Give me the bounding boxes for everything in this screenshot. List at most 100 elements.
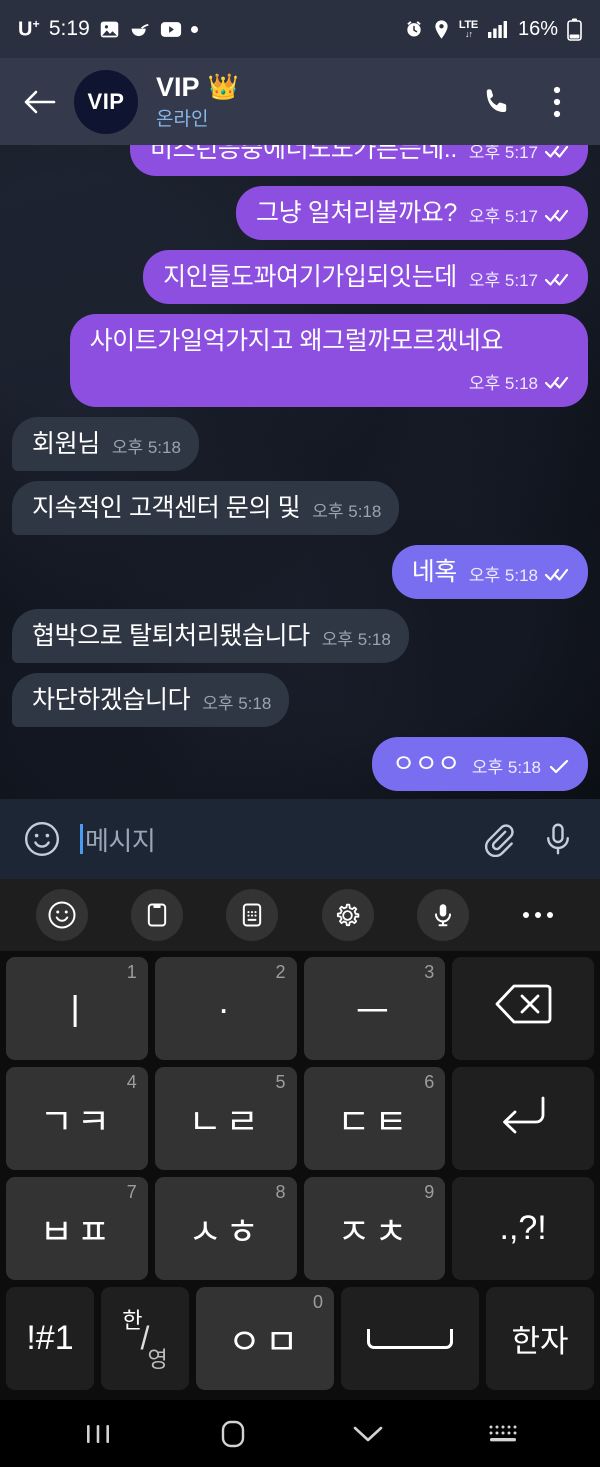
phone-screen: U+ 5:19 LTE ↓↑ 16% VIP VIP 👑 온라인 비스런응중에너… (0, 0, 600, 1467)
key-label: ㅣ (58, 990, 96, 1032)
peer-name-row: VIP 👑 (156, 72, 460, 103)
keyboard-mode-button[interactable] (226, 889, 279, 941)
keyboard-row: 4 ㄱㅋ 5 ㄴㄹ 6 ㄷㅌ (6, 1067, 594, 1170)
message-time: 오후 5:18 (312, 502, 382, 521)
status-bar-left: U+ 5:19 (18, 17, 198, 42)
message-bubble-incoming[interactable]: 차단하겠습니다 오후 5:18 (12, 673, 290, 727)
location-icon (433, 19, 450, 40)
key-nieun-rieul[interactable]: 5 ㄴㄹ (154, 1067, 297, 1170)
youtube-icon (160, 21, 182, 38)
message-row: 지속적인 고객센터 문의 및 오후 5:18 (12, 481, 588, 535)
message-bubble-outgoing[interactable]: 사이트가일억가지고 왜그럴까모르겠네요 오후 5:18 (69, 314, 588, 407)
message-time: 오후 5:17 (468, 207, 538, 226)
recents-icon[interactable] (70, 1406, 126, 1462)
message-row: 네혹 오후 5:18 (12, 545, 588, 599)
key-number: 5 (275, 1072, 286, 1092)
keyboard-keys: 1 ㅣ 2 · 3 ㅡ 4 ㄱㅋ 5 ㄴㄹ 6 ㄷㅌ 7 ㅂㅍ 8 ㅅㅎ 9 ㅈ… (0, 951, 600, 1400)
message-bubble-incoming[interactable]: 지속적인 고객센터 문의 및 오후 5:18 (12, 481, 400, 535)
message-row: 사이트가일억가지고 왜그럴까모르겠네요 오후 5:18 (12, 314, 588, 407)
back-button[interactable] (20, 82, 60, 122)
home-icon[interactable] (205, 1406, 261, 1462)
key-number: 6 (424, 1072, 435, 1092)
key-i[interactable]: 1 ㅣ (6, 957, 148, 1060)
message-meta: 오후 5:18 (312, 497, 381, 524)
call-button[interactable] (474, 79, 520, 125)
battery-percent: 16% (517, 17, 558, 40)
more-options-button[interactable] (534, 79, 580, 125)
clipboard-button[interactable] (130, 889, 183, 941)
message-text: 지인들도꽈여기가입되잇는데 (163, 263, 457, 291)
key-ieung-mieum[interactable]: 0 ㅇㅁ (196, 1287, 334, 1390)
key-eu[interactable]: 3 ㅡ (303, 957, 446, 1060)
message-row: 비스런응중에너도도가튼든데.. 오후 5:17 (12, 145, 588, 176)
key-number: 9 (424, 1182, 435, 1202)
language-toggle-key[interactable]: 한 / 영 (101, 1287, 189, 1390)
lang-bottom-label: 영 (147, 1347, 168, 1372)
space-key[interactable] (341, 1287, 479, 1390)
enter-key[interactable] (452, 1067, 594, 1170)
smiley-icon[interactable] (20, 817, 64, 861)
microphone-icon[interactable] (536, 817, 580, 861)
chevron-down-icon[interactable] (340, 1406, 396, 1462)
peer-info[interactable]: VIP 👑 온라인 (156, 72, 460, 131)
message-text: 지속적인 고객센터 문의 및 (32, 494, 301, 522)
read-receipt-double-icon (545, 271, 570, 287)
key-label: !#1 (26, 1319, 74, 1357)
app-header: VIP VIP 👑 온라인 (0, 58, 600, 145)
voice-input-button[interactable] (416, 889, 469, 941)
paperclip-icon[interactable] (476, 817, 520, 861)
key-giyeok-kieuk[interactable]: 4 ㄱㅋ (6, 1067, 148, 1170)
search-input-wrapper[interactable]: 메시지 (80, 817, 460, 861)
message-input-bar: 메시지 (0, 799, 600, 879)
status-bar: U+ 5:19 LTE ↓↑ 16% (0, 0, 600, 58)
status-time: 5:19 (48, 17, 90, 40)
key-digeut-tieut[interactable]: 6 ㄷㅌ (303, 1067, 446, 1170)
key-jieut-chieut[interactable]: 9 ㅈㅊ (303, 1177, 446, 1280)
message-bubble-incoming[interactable]: 회원님 오후 5:18 (12, 417, 199, 471)
key-siot-hieut[interactable]: 8 ㅅㅎ (154, 1177, 297, 1280)
message-input[interactable]: 메시지 (85, 821, 156, 858)
message-meta: 오후 5:18 (202, 689, 271, 716)
message-time: 오후 5:18 (202, 694, 272, 713)
message-time: 오후 5:17 (468, 145, 538, 162)
punctuation-key[interactable]: .,?! (452, 1177, 594, 1280)
backspace-key[interactable] (452, 957, 594, 1060)
backspace-icon (494, 983, 552, 1034)
key-number: 7 (126, 1182, 137, 1202)
crown-icon: 👑 (207, 72, 239, 101)
message-bubble-outgoing[interactable]: 그냥 일처리볼까요? 오후 5:17 (236, 186, 588, 240)
message-bubble-incoming[interactable]: 협박으로 탈퇴처리됐습니다 오후 5:18 (12, 609, 409, 663)
signal-icon (487, 20, 509, 39)
message-text: 네혹 (411, 558, 458, 586)
read-receipt-double-icon (545, 145, 570, 159)
message-meta: 오후 5:18 (472, 753, 570, 780)
message-text: 사이트가일억가지고 왜그럴까모르겠네요 (89, 327, 504, 355)
gear-icon[interactable] (321, 889, 374, 941)
hanja-key[interactable]: 한자 (486, 1287, 594, 1390)
enter-icon (497, 1093, 549, 1144)
emoji-button[interactable] (35, 889, 88, 941)
lte-icon: LTE ↓↑ (458, 18, 478, 39)
key-label: ㅈㅊ (337, 1210, 412, 1252)
keyboard-switch-icon[interactable] (475, 1406, 531, 1462)
message-bubble-outgoing[interactable]: 지인들도꽈여기가입되잇는데 오후 5:17 (143, 250, 588, 304)
avatar[interactable]: VIP (74, 69, 138, 134)
message-bubble-outgoing[interactable]: ㅇㅇㅇ 오후 5:18 (372, 737, 588, 791)
alarm-icon (404, 19, 424, 39)
keyboard-toolbar (0, 879, 600, 951)
read-receipt-double-icon (545, 374, 570, 390)
key-bieup-pieup[interactable]: 7 ㅂㅍ (6, 1177, 148, 1280)
message-bubble-outgoing[interactable]: 비스런응중에너도도가튼든데.. 오후 5:17 (130, 145, 588, 176)
key-number: 2 (275, 962, 286, 982)
keyboard-row: 1 ㅣ 2 · 3 ㅡ (6, 957, 594, 1060)
message-meta: 오후 5:17 (469, 145, 570, 165)
key-dot[interactable]: 2 · (154, 957, 297, 1060)
key-label: .,?! (499, 1209, 547, 1247)
key-number: 3 (424, 962, 435, 982)
symbols-key[interactable]: !#1 (6, 1287, 94, 1390)
more-options-button[interactable] (512, 889, 564, 941)
message-bubble-outgoing[interactable]: 네혹 오후 5:18 (391, 545, 588, 599)
message-text: 차단하겠습니다 (32, 686, 191, 714)
status-bar-right: LTE ↓↑ 16% (404, 18, 582, 41)
message-list[interactable]: 비스런응중에너도도가튼든데.. 오후 5:17 그냥 일처리볼까요? 오후 5:… (0, 145, 600, 799)
